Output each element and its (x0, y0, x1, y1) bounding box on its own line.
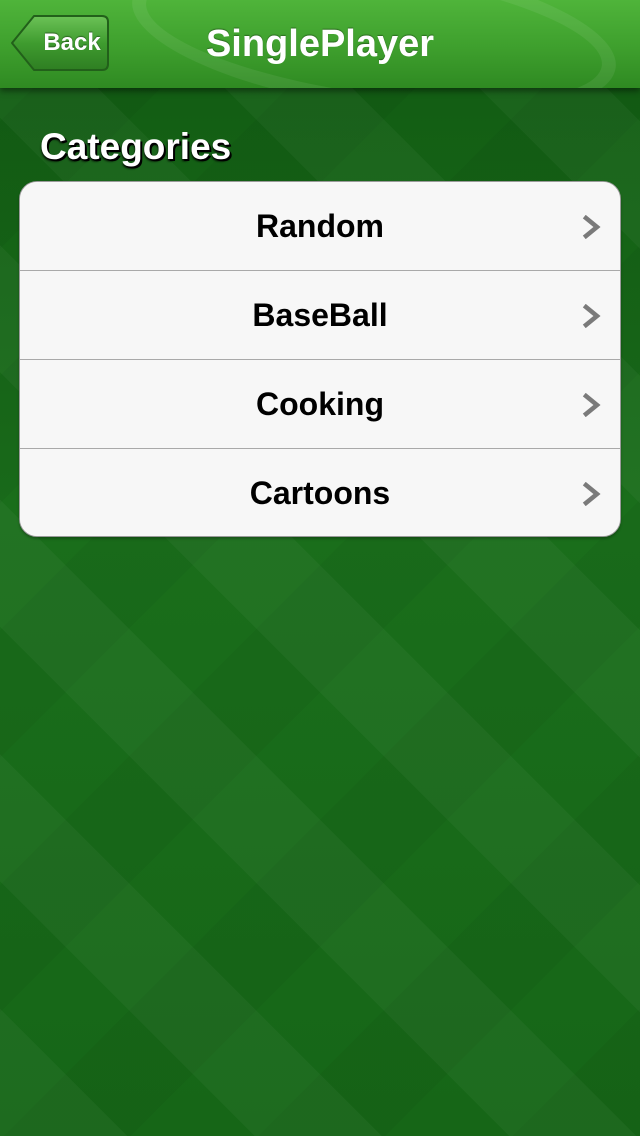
category-row-cooking[interactable]: Cooking (20, 360, 620, 449)
category-label: Random (256, 208, 384, 244)
category-row-baseball[interactable]: BaseBall (20, 271, 620, 360)
categories-table: Random BaseBall Cooking Cartoons (19, 181, 621, 537)
category-label: BaseBall (252, 297, 388, 333)
category-row-random[interactable]: Random (20, 182, 620, 271)
navigation-bar: Back SinglePlayer (0, 0, 640, 88)
chevron-right-icon (582, 304, 601, 328)
page-title: SinglePlayer (205, 23, 435, 65)
section-header: Categories (40, 126, 232, 167)
category-label: Cooking (256, 386, 384, 422)
category-row-cartoons[interactable]: Cartoons (20, 449, 620, 536)
chevron-right-icon (582, 215, 601, 239)
category-label: Cartoons (249, 475, 391, 511)
chevron-right-icon (582, 393, 601, 417)
chevron-right-icon (582, 482, 601, 506)
back-button-label: Back (43, 29, 101, 56)
back-button[interactable]: Back (10, 14, 110, 72)
